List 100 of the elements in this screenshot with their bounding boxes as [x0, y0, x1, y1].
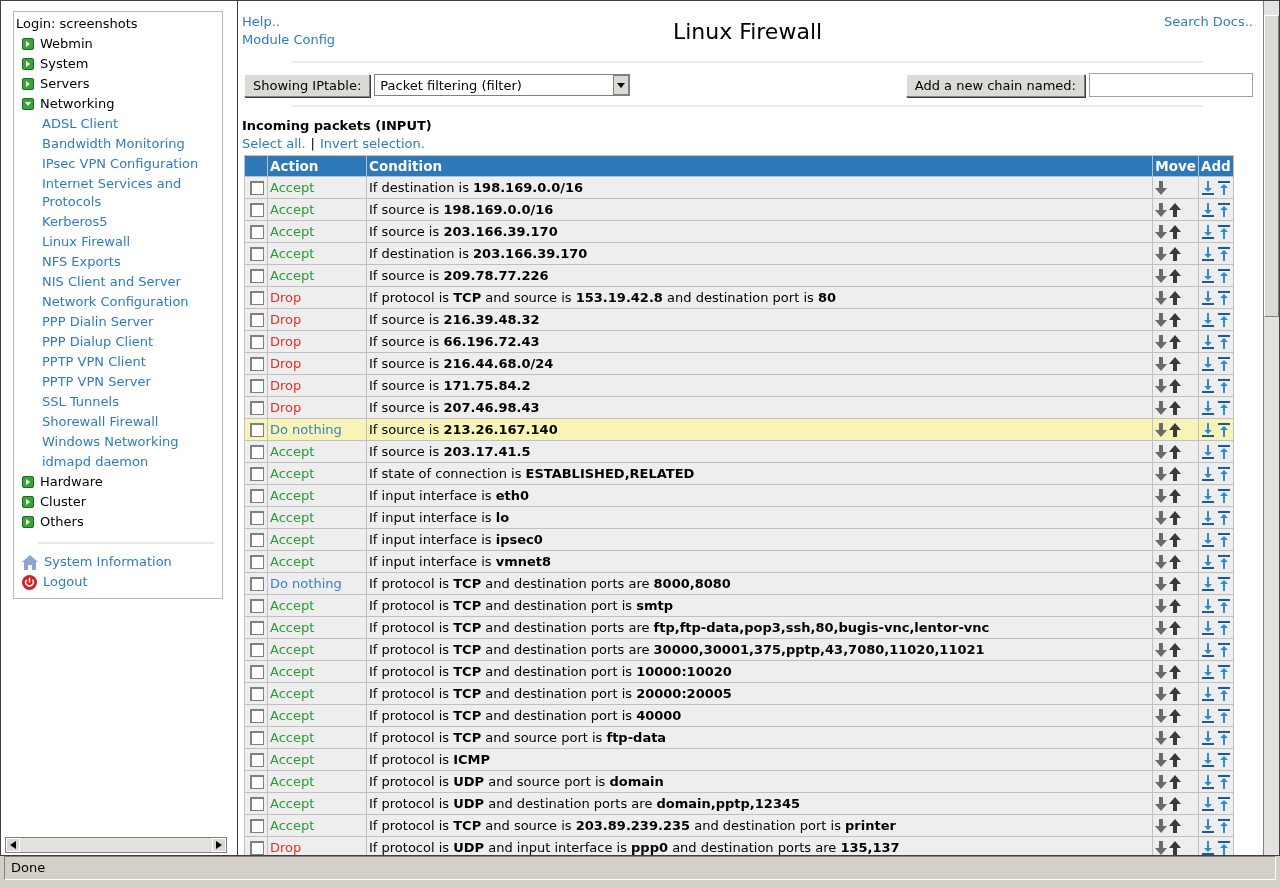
- category-link[interactable]: Cluster: [40, 492, 87, 512]
- move-down-icon[interactable]: [1155, 796, 1168, 811]
- row-checkbox[interactable]: [250, 181, 264, 196]
- add-below-icon[interactable]: [1201, 554, 1215, 569]
- move-up-icon[interactable]: [1169, 818, 1182, 833]
- add-above-icon[interactable]: [1217, 752, 1231, 767]
- move-down-icon[interactable]: [1155, 312, 1168, 327]
- move-down-icon[interactable]: [1155, 180, 1168, 195]
- dropdown-caret-icon[interactable]: [617, 82, 626, 88]
- move-up-icon[interactable]: [1169, 356, 1182, 371]
- move-up-icon[interactable]: [1169, 752, 1182, 767]
- row-checkbox[interactable]: [250, 335, 264, 350]
- move-down-icon[interactable]: [1155, 224, 1168, 239]
- move-up-icon[interactable]: [1169, 334, 1182, 349]
- module-link[interactable]: Network Configuration: [16, 292, 220, 312]
- move-down-icon[interactable]: [1155, 488, 1168, 503]
- move-down-icon[interactable]: [1155, 422, 1168, 437]
- row-checkbox[interactable]: [250, 665, 264, 680]
- move-up-icon[interactable]: [1169, 488, 1182, 503]
- move-down-icon[interactable]: [1155, 576, 1168, 591]
- add-above-icon[interactable]: [1217, 664, 1231, 679]
- move-down-icon[interactable]: [1155, 620, 1168, 635]
- add-below-icon[interactable]: [1201, 356, 1215, 371]
- add-above-icon[interactable]: [1217, 598, 1231, 613]
- category-link[interactable]: Networking: [40, 94, 115, 114]
- header-link[interactable]: Module Config: [242, 31, 673, 49]
- add-below-icon[interactable]: [1201, 180, 1215, 195]
- move-up-icon[interactable]: [1169, 202, 1182, 217]
- row-checkbox[interactable]: [250, 555, 264, 570]
- sidebar-link[interactable]: Logout: [43, 572, 88, 592]
- row-checkbox[interactable]: [250, 643, 264, 658]
- move-up-icon[interactable]: [1169, 730, 1182, 745]
- move-up-icon[interactable]: [1169, 598, 1182, 613]
- row-checkbox[interactable]: [250, 313, 264, 328]
- module-link[interactable]: PPTP VPN Client: [16, 352, 220, 372]
- add-below-icon[interactable]: [1201, 708, 1215, 723]
- move-down-icon[interactable]: [1155, 334, 1168, 349]
- add-below-icon[interactable]: [1201, 840, 1215, 855]
- horizontal-scrollbar[interactable]: [5, 837, 227, 853]
- module-link[interactable]: ADSL Client: [16, 114, 220, 134]
- add-above-icon[interactable]: [1217, 180, 1231, 195]
- module-link[interactable]: Kerberos5: [16, 212, 220, 232]
- row-checkbox[interactable]: [250, 247, 264, 262]
- add-below-icon[interactable]: [1201, 642, 1215, 657]
- add-above-icon[interactable]: [1217, 224, 1231, 239]
- add-above-icon[interactable]: [1217, 620, 1231, 635]
- add-below-icon[interactable]: [1201, 400, 1215, 415]
- move-down-icon[interactable]: [1155, 774, 1168, 789]
- move-up-icon[interactable]: [1169, 444, 1182, 459]
- module-link[interactable]: PPP Dialup Client: [16, 332, 220, 352]
- add-above-icon[interactable]: [1217, 400, 1231, 415]
- collapsed-icon[interactable]: [22, 38, 34, 50]
- category-link[interactable]: Webmin: [40, 34, 93, 54]
- move-up-icon[interactable]: [1169, 378, 1182, 393]
- row-checkbox[interactable]: [250, 599, 264, 614]
- move-up-icon[interactable]: [1169, 224, 1182, 239]
- add-below-icon[interactable]: [1201, 422, 1215, 437]
- add-above-icon[interactable]: [1217, 422, 1231, 437]
- row-checkbox[interactable]: [250, 203, 264, 218]
- select-all-link[interactable]: Select all.: [242, 135, 306, 153]
- module-link[interactable]: Internet Services and Protocols: [16, 174, 220, 212]
- expanded-icon[interactable]: [22, 98, 34, 110]
- add-above-icon[interactable]: [1217, 554, 1231, 569]
- move-up-icon[interactable]: [1169, 532, 1182, 547]
- move-up-icon[interactable]: [1169, 708, 1182, 723]
- move-up-icon[interactable]: [1169, 796, 1182, 811]
- move-down-icon[interactable]: [1155, 444, 1168, 459]
- add-above-icon[interactable]: [1217, 268, 1231, 283]
- module-link[interactable]: Shorewall Firewall: [16, 412, 220, 432]
- add-above-icon[interactable]: [1217, 312, 1231, 327]
- move-up-icon[interactable]: [1169, 774, 1182, 789]
- add-chain-button[interactable]: Add a new chain named:: [905, 73, 1085, 97]
- row-checkbox[interactable]: [250, 797, 264, 812]
- move-up-icon[interactable]: [1169, 840, 1182, 855]
- move-up-icon[interactable]: [1169, 510, 1182, 525]
- collapsed-icon[interactable]: [22, 78, 34, 90]
- header-link[interactable]: Help..: [242, 13, 673, 31]
- collapsed-icon[interactable]: [22, 58, 34, 70]
- module-link[interactable]: Windows Networking: [16, 432, 220, 452]
- row-checkbox[interactable]: [250, 687, 264, 702]
- add-below-icon[interactable]: [1201, 312, 1215, 327]
- add-below-icon[interactable]: [1201, 686, 1215, 701]
- module-link[interactable]: Bandwidth Monitoring: [16, 134, 220, 154]
- move-up-icon[interactable]: [1169, 400, 1182, 415]
- add-below-icon[interactable]: [1201, 510, 1215, 525]
- move-down-icon[interactable]: [1155, 752, 1168, 767]
- add-above-icon[interactable]: [1217, 202, 1231, 217]
- move-down-icon[interactable]: [1155, 730, 1168, 745]
- add-above-icon[interactable]: [1217, 708, 1231, 723]
- move-up-icon[interactable]: [1169, 664, 1182, 679]
- scroll-left-icon[interactable]: [10, 841, 16, 849]
- add-above-icon[interactable]: [1217, 686, 1231, 701]
- move-down-icon[interactable]: [1155, 466, 1168, 481]
- collapsed-icon[interactable]: [22, 496, 34, 508]
- add-above-icon[interactable]: [1217, 378, 1231, 393]
- row-checkbox[interactable]: [250, 489, 264, 504]
- move-down-icon[interactable]: [1155, 268, 1168, 283]
- add-below-icon[interactable]: [1201, 752, 1215, 767]
- move-down-icon[interactable]: [1155, 840, 1168, 855]
- category-link[interactable]: System: [40, 54, 89, 74]
